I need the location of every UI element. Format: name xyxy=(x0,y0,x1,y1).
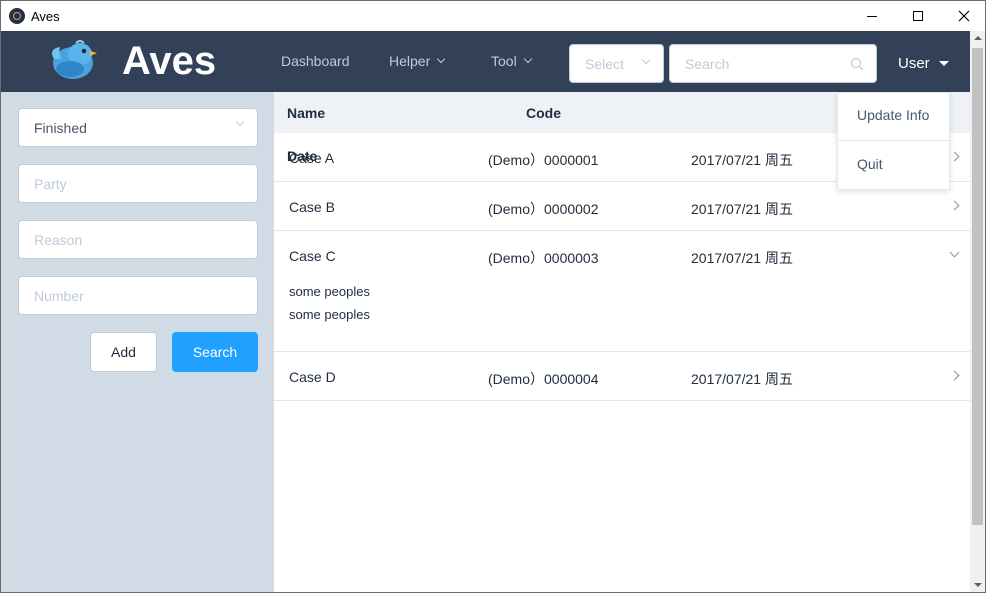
party-input[interactable] xyxy=(19,165,257,202)
scroll-up-icon[interactable] xyxy=(974,36,982,40)
row-code: (Demo）0000002 xyxy=(488,201,599,217)
user-dropdown-menu: Update Info Quit xyxy=(837,92,950,190)
window-title: Aves xyxy=(31,9,60,24)
minimize-button[interactable] xyxy=(849,1,895,31)
maximize-icon xyxy=(913,11,923,21)
row-date: 2017/07/21 周五 xyxy=(691,201,793,217)
table-row[interactable]: Case D (Demo）0000004 2017/07/21 周五 xyxy=(274,352,970,401)
add-button[interactable]: Add xyxy=(90,332,157,372)
scrollbar-thumb[interactable] xyxy=(972,48,983,525)
row-name: Case C xyxy=(289,248,336,264)
title-bar: Aves xyxy=(1,1,985,31)
party-field[interactable] xyxy=(18,164,258,203)
row-date: 2017/07/21 周五 xyxy=(691,152,793,168)
maximize-button[interactable] xyxy=(895,1,941,31)
search-button[interactable]: Search xyxy=(172,332,258,372)
nav-tool-label: Tool xyxy=(491,53,517,69)
user-menu-trigger[interactable]: User xyxy=(898,55,949,72)
row-code: (Demo）0000004 xyxy=(488,371,599,387)
column-header-date[interactable]: Date xyxy=(287,148,317,164)
reason-field[interactable] xyxy=(18,220,258,259)
minimize-icon xyxy=(867,15,877,17)
app-window: Aves Aves Dashboard Helper Tool Select S… xyxy=(0,0,986,593)
nav-helper-label: Helper xyxy=(389,53,431,69)
caret-down-icon xyxy=(938,61,949,66)
row-name: Case B xyxy=(289,199,335,215)
row-detail-line: some peoples xyxy=(289,284,370,299)
close-icon xyxy=(958,10,970,22)
table-row-expanded[interactable]: Case C (Demo）0000003 2017/07/21 周五 some … xyxy=(274,231,970,352)
filter-sidebar: Finished Add Search xyxy=(1,92,274,592)
row-date: 2017/07/21 周五 xyxy=(691,250,793,266)
reason-input[interactable] xyxy=(19,221,257,258)
scroll-down-icon[interactable] xyxy=(974,583,982,587)
chevron-down-icon xyxy=(641,55,651,65)
row-code: (Demo）0000003 xyxy=(488,250,599,266)
search-icon[interactable] xyxy=(850,57,864,71)
chevron-right-icon[interactable] xyxy=(949,151,960,162)
nav-dashboard[interactable]: Dashboard xyxy=(281,53,350,69)
top-navbar: Aves Dashboard Helper Tool Select User xyxy=(1,31,970,92)
menu-item-quit[interactable]: Quit xyxy=(838,142,949,190)
chevron-right-icon[interactable] xyxy=(949,200,960,211)
header-select[interactable]: Select xyxy=(569,44,664,83)
search-input[interactable] xyxy=(670,45,876,82)
nav-dashboard-label: Dashboard xyxy=(281,53,350,69)
row-name: Case D xyxy=(289,369,336,385)
chevron-down-icon xyxy=(523,54,532,64)
nav-tool[interactable]: Tool xyxy=(491,53,532,69)
chevron-right-icon[interactable] xyxy=(949,370,960,381)
nav-helper[interactable]: Helper xyxy=(389,53,446,69)
row-detail-line: some peoples xyxy=(289,307,370,322)
brand-title: Aves xyxy=(122,39,217,83)
menu-item-update-info[interactable]: Update Info xyxy=(838,93,949,141)
close-button[interactable] xyxy=(941,1,985,31)
status-select[interactable]: Finished xyxy=(18,108,258,147)
header-select-placeholder: Select xyxy=(585,56,624,72)
chevron-down-icon[interactable] xyxy=(949,247,960,258)
column-header-code[interactable]: Code xyxy=(526,105,561,121)
user-label: User xyxy=(898,55,930,72)
status-select-value: Finished xyxy=(34,120,87,136)
row-code: (Demo）0000001 xyxy=(488,152,599,168)
vertical-scrollbar[interactable] xyxy=(970,31,985,592)
row-date: 2017/07/21 周五 xyxy=(691,371,793,387)
chevron-down-icon xyxy=(235,117,245,127)
column-header-name[interactable]: Name xyxy=(287,105,325,121)
chevron-down-icon xyxy=(437,54,446,64)
header-search[interactable] xyxy=(669,44,877,83)
number-field[interactable] xyxy=(18,276,258,315)
bird-logo-icon xyxy=(46,39,98,81)
app-icon xyxy=(9,8,25,24)
number-input[interactable] xyxy=(19,277,257,314)
